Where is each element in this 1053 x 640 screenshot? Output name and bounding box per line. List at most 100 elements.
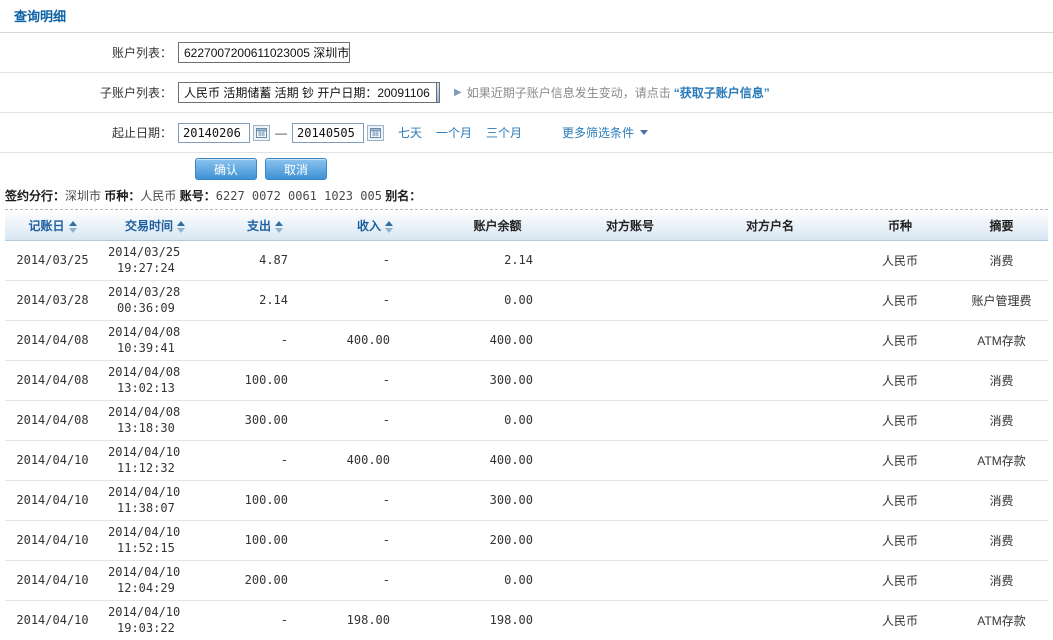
cell-summary: 消费 — [955, 480, 1048, 521]
cell-expense: - — [210, 600, 320, 640]
calendar-icon[interactable] — [367, 124, 384, 141]
cell-income: 400.00 — [320, 320, 430, 361]
transactions-body: 2014/03/25 2014/03/25 19:27:24 4.87-2.14 人民币… — [5, 240, 1048, 640]
cell-currency: 人民币 — [845, 280, 955, 321]
cell-counter-name — [695, 400, 845, 441]
cell-counter-name — [695, 320, 845, 361]
confirm-button[interactable]: 确认 — [195, 158, 257, 180]
table-row: 2014/04/08 2014/04/08 10:39:41-400.00 400.0… — [5, 320, 1048, 361]
cell-expense: 200.00 — [210, 560, 320, 601]
transactions-table: 记账日 交易时间 支出 收入 账户余额 对方账号 对方户名 币种 摘要 2014… — [5, 209, 1048, 640]
sort-icon — [275, 221, 283, 234]
cell-expense: 100.00 — [210, 360, 320, 401]
column-header-counter-name: 对方户名 — [695, 212, 845, 241]
sub-account-list-select[interactable]: 人民币 活期储蓄 活期 钞 开户日期：20091106 — [178, 82, 440, 103]
cell-income: - — [320, 360, 430, 401]
form-actions: 确认 取消 — [0, 153, 1053, 185]
cell-trans-time: 2014/04/10 11:38:07 — [100, 480, 210, 521]
cell-post-date: 2014/04/10 — [5, 600, 100, 640]
cell-trans-time: 2014/03/25 19:27:24 — [100, 240, 210, 281]
cell-expense: 100.00 — [210, 520, 320, 561]
cell-trans-time: 2014/04/08 13:02:13 — [100, 360, 210, 401]
column-header-counter-account: 对方账号 — [565, 212, 695, 241]
cell-post-date: 2014/04/10 — [5, 440, 100, 481]
cell-post-date: 2014/04/08 — [5, 320, 100, 361]
table-row: 2014/04/10 2014/04/10 19:03:22-198.00 198.0… — [5, 600, 1048, 640]
table-row: 2014/04/10 2014/04/10 11:52:15 100.00-200.0… — [5, 520, 1048, 561]
cell-counter-account — [565, 240, 695, 281]
alias-label: 别名： — [385, 189, 422, 203]
cell-summary: ATM存款 — [955, 440, 1048, 481]
account-list-label: 账户列表： — [111, 46, 172, 60]
cell-income: - — [320, 520, 430, 561]
cell-trans-time: 2014/04/10 11:12:32 — [100, 440, 210, 481]
dropdown-arrow-icon[interactable] — [435, 83, 439, 102]
refresh-sub-account-link[interactable]: “获取子账户信息” — [674, 84, 770, 101]
cell-balance: 300.00 — [430, 360, 565, 401]
column-header-currency: 币种 — [845, 212, 955, 241]
cell-currency: 人民币 — [845, 400, 955, 441]
cell-currency: 人民币 — [845, 600, 955, 640]
cell-summary: 消费 — [955, 560, 1048, 601]
cell-income: - — [320, 560, 430, 601]
more-filters-link[interactable]: 更多筛选条件 — [562, 124, 649, 141]
table-row: 2014/03/25 2014/03/25 19:27:24 4.87-2.14 人民币… — [5, 240, 1048, 281]
account-number-value: 6227 0072 0061 1023 005 — [215, 189, 382, 203]
date-range-separator: — — [275, 125, 287, 140]
start-date-input[interactable] — [178, 122, 250, 143]
cell-summary: 消费 — [955, 360, 1048, 401]
cell-counter-name — [695, 440, 845, 481]
column-header-post-date[interactable]: 记账日 — [5, 212, 100, 241]
cell-summary: ATM存款 — [955, 600, 1048, 640]
quick-range-1month[interactable]: 一个月 — [436, 124, 472, 141]
quick-range-3months[interactable]: 三个月 — [486, 124, 522, 141]
cell-summary: 账户管理费 — [955, 280, 1048, 321]
cell-counter-account — [565, 360, 695, 401]
account-list-selected-value: 6227007200611023005 深圳市 — [184, 46, 350, 60]
cell-currency: 人民币 — [845, 480, 955, 521]
quick-range-7days[interactable]: 七天 — [398, 124, 422, 141]
currency-value: 人民币 — [140, 189, 177, 203]
filter-row-sub-account-list: 子账户列表： 人民币 活期储蓄 活期 钞 开户日期：20091106 ▶ 如果近… — [0, 73, 1053, 113]
account-summary: 签约分行：深圳市 币种：人民币 账号：6227 0072 0061 1023 0… — [0, 185, 1053, 209]
end-date-input[interactable] — [292, 122, 364, 143]
column-header-trans-time[interactable]: 交易时间 — [100, 212, 210, 241]
filter-row-date-range: 起止日期： — 七天 一个月 三个月 更多筛选条件 — [0, 113, 1053, 153]
cell-trans-time: 2014/04/08 13:18:30 — [100, 400, 210, 441]
cell-counter-account — [565, 480, 695, 521]
cell-currency: 人民币 — [845, 560, 955, 601]
cell-summary: ATM存款 — [955, 320, 1048, 361]
cell-currency: 人民币 — [845, 320, 955, 361]
column-header-balance: 账户余额 — [430, 212, 565, 241]
cancel-button[interactable]: 取消 — [265, 158, 327, 180]
cell-balance: 0.00 — [430, 280, 565, 321]
cell-expense: 300.00 — [210, 400, 320, 441]
cell-currency: 人民币 — [845, 360, 955, 401]
cell-balance: 0.00 — [430, 560, 565, 601]
sort-icon — [385, 221, 393, 234]
chevron-down-icon — [640, 130, 649, 135]
cell-summary: 消费 — [955, 520, 1048, 561]
table-row: 2014/04/10 2014/04/10 11:38:07 100.00-300.0… — [5, 480, 1048, 521]
cell-post-date: 2014/03/25 — [5, 240, 100, 281]
column-header-summary: 摘要 — [955, 212, 1048, 241]
sub-account-hint: ▶ 如果近期子账户信息发生变动，请点击 “获取子账户信息” — [454, 84, 770, 101]
cell-income: 400.00 — [320, 440, 430, 481]
cell-post-date: 2014/04/10 — [5, 560, 100, 601]
column-header-expense[interactable]: 支出 — [210, 212, 320, 241]
cell-counter-account — [565, 520, 695, 561]
cell-income: - — [320, 280, 430, 321]
calendar-icon[interactable] — [253, 124, 270, 141]
column-header-income[interactable]: 收入 — [320, 212, 430, 241]
cell-expense: - — [210, 320, 320, 361]
cell-counter-name — [695, 560, 845, 601]
cell-counter-name — [695, 520, 845, 561]
table-header-row: 记账日 交易时间 支出 收入 账户余额 对方账号 对方户名 币种 摘要 — [5, 212, 1048, 241]
cell-counter-account — [565, 320, 695, 361]
cell-balance: 0.00 — [430, 400, 565, 441]
account-list-select[interactable]: 6227007200611023005 深圳市 — [178, 42, 350, 63]
cell-trans-time: 2014/04/10 19:03:22 — [100, 600, 210, 640]
cell-summary: 消费 — [955, 240, 1048, 281]
sort-icon — [177, 221, 185, 234]
date-range-label: 起止日期： — [111, 126, 172, 140]
